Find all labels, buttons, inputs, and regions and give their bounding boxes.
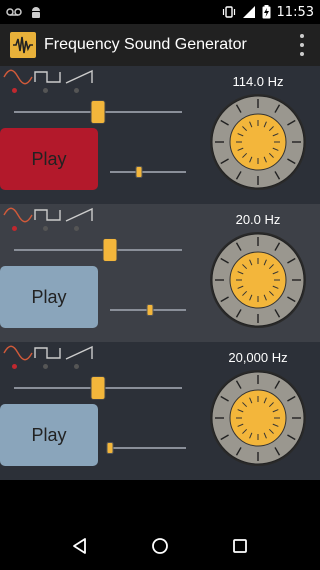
recents-icon[interactable] bbox=[230, 536, 250, 556]
waveform-selector bbox=[3, 345, 93, 361]
play-button[interactable]: Play bbox=[0, 128, 98, 190]
frequency-knob[interactable] bbox=[208, 368, 308, 468]
wave-indicator bbox=[12, 226, 82, 232]
sine-wave-icon[interactable] bbox=[3, 345, 33, 361]
status-bar: 11:53 bbox=[0, 0, 320, 24]
volume-slider-thumb[interactable] bbox=[146, 304, 154, 316]
navigation-bar bbox=[0, 522, 320, 570]
volume-slider-thumb[interactable] bbox=[135, 166, 143, 178]
frequency-slider[interactable] bbox=[14, 238, 182, 262]
frequency-knob[interactable] bbox=[208, 92, 308, 192]
volume-slider[interactable] bbox=[110, 304, 186, 316]
wave-indicator bbox=[12, 364, 82, 370]
wave-dot bbox=[12, 364, 17, 369]
square-wave-icon[interactable] bbox=[34, 209, 61, 221]
overflow-menu-icon[interactable] bbox=[294, 32, 310, 58]
frequency-readout: 20,000 Hz bbox=[228, 350, 288, 365]
sawtooth-wave-icon[interactable] bbox=[65, 69, 93, 84]
frequency-slider[interactable] bbox=[14, 100, 182, 124]
sine-wave-icon[interactable] bbox=[3, 69, 33, 85]
signal-icon bbox=[242, 6, 255, 18]
play-button[interactable]: Play bbox=[0, 266, 98, 328]
frequency-readout: 114.0 Hz bbox=[232, 74, 284, 89]
sine-wave-icon[interactable] bbox=[3, 207, 33, 223]
wave-dot bbox=[74, 364, 79, 369]
waveform-selector bbox=[3, 69, 93, 85]
wave-dot bbox=[43, 88, 48, 93]
generator-panel: Play 20,000 Hz bbox=[0, 342, 320, 480]
voicemail-icon bbox=[6, 8, 22, 16]
square-wave-icon[interactable] bbox=[34, 347, 61, 359]
wave-dot bbox=[43, 226, 48, 231]
volume-slider-thumb[interactable] bbox=[106, 442, 114, 454]
app-title: Frequency Sound Generator bbox=[44, 36, 247, 53]
home-icon[interactable] bbox=[150, 536, 170, 556]
back-icon[interactable] bbox=[70, 536, 90, 556]
app-logo-icon bbox=[10, 32, 36, 58]
generator-panel: Play 20.0 Hz bbox=[0, 204, 320, 342]
waveform-selector bbox=[3, 207, 93, 223]
sawtooth-wave-icon[interactable] bbox=[65, 345, 93, 360]
wave-dot bbox=[43, 364, 48, 369]
frequency-slider[interactable] bbox=[14, 376, 182, 400]
frequency-knob[interactable] bbox=[208, 230, 308, 330]
sawtooth-wave-icon[interactable] bbox=[65, 207, 93, 222]
wave-dot bbox=[12, 88, 17, 93]
battery-charging-icon bbox=[262, 5, 271, 19]
frequency-slider-thumb[interactable] bbox=[102, 238, 118, 262]
android-icon bbox=[32, 7, 40, 18]
vibrate-icon bbox=[222, 6, 235, 18]
clock: 11:53 bbox=[276, 4, 314, 20]
app-bar: Frequency Sound Generator bbox=[0, 24, 320, 66]
volume-slider[interactable] bbox=[110, 166, 186, 178]
wave-dot bbox=[74, 226, 79, 231]
frequency-readout: 20.0 Hz bbox=[235, 212, 281, 227]
wave-indicator bbox=[12, 88, 82, 94]
generator-panel: Play 114.0 Hz bbox=[0, 66, 320, 204]
play-button[interactable]: Play bbox=[0, 404, 98, 466]
wave-dot bbox=[74, 88, 79, 93]
wave-dot bbox=[12, 226, 17, 231]
frequency-slider-thumb[interactable] bbox=[90, 100, 106, 124]
volume-slider[interactable] bbox=[106, 442, 186, 454]
frequency-slider-thumb[interactable] bbox=[90, 376, 106, 400]
square-wave-icon[interactable] bbox=[34, 71, 61, 83]
